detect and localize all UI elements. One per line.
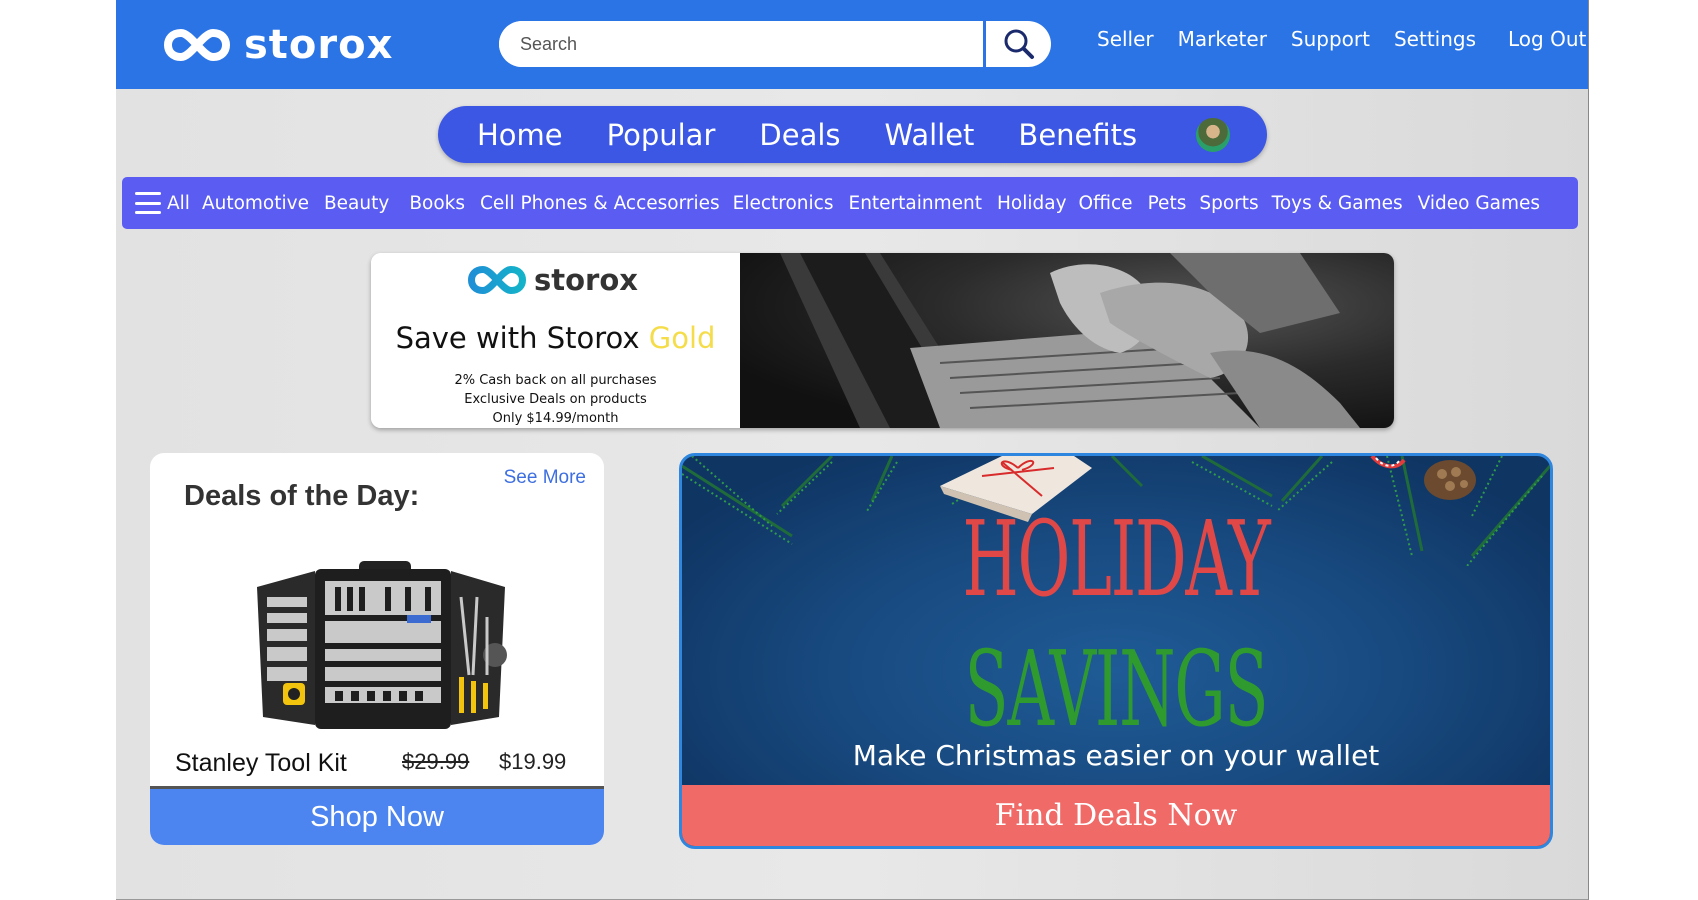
category-all[interactable]: All [167,193,190,214]
category-entertainment[interactable]: Entertainment [849,193,983,214]
deals-of-the-day-card: Deals of the Day: See More Stanley Tool … [150,453,604,845]
search-bar [499,21,1051,67]
browser-viewport: storox Seller Marketer Support Settings … [116,0,1589,900]
category-electronics[interactable]: Electronics [733,193,834,214]
gold-promo-banner[interactable]: storox Save with Storox Gold 2% Cash bac… [371,253,1394,428]
nav-popular[interactable]: Popular [607,118,716,152]
nav-wallet[interactable]: Wallet [885,118,975,152]
category-cell-phones[interactable]: Cell Phones & Accesorries [480,193,720,214]
gold-benefit-line: Exclusive Deals on products [464,392,647,407]
gold-benefit-line: 2% Cash back on all purchases [454,373,657,388]
nav-benefits[interactable]: Benefits [1018,118,1137,152]
category-toys-games[interactable]: Toys & Games [1272,193,1403,214]
log-out-link[interactable]: Log Out [1508,27,1586,57]
see-more-link[interactable]: See More [504,467,586,489]
deals-title: Deals of the Day: [184,480,420,512]
gold-banner-logo: storox [468,263,638,297]
gold-banner-brand: storox [534,263,638,297]
seller-link[interactable]: Seller [1097,27,1154,57]
find-deals-now-button[interactable]: Find Deals Now [682,785,1550,846]
category-holiday[interactable]: Holiday [997,193,1067,214]
search-icon [1004,29,1034,59]
category-pets[interactable]: Pets [1148,193,1187,214]
gold-benefit-line: Only $14.99/month [492,411,619,426]
search-input[interactable] [499,21,983,67]
category-books[interactable]: Books [409,193,465,214]
gold-headline-prefix: Save with Storox [395,321,649,355]
savings-title: SAVINGS [964,628,1269,750]
holiday-subtitle: Make Christmas easier on your wallet [852,739,1380,772]
category-bar: All Automotive Beauty Books Cell Phones … [122,177,1578,229]
nav-deals[interactable]: Deals [759,118,840,152]
gold-promo-text-panel: storox Save with Storox Gold 2% Cash bac… [371,253,740,428]
settings-link[interactable]: Settings [1394,27,1476,57]
main-nav: Home Popular Deals Wallet Benefits [438,106,1267,163]
category-video-games[interactable]: Video Games [1418,193,1540,214]
search-button[interactable] [983,21,1051,67]
marketer-link[interactable]: Marketer [1178,27,1267,57]
top-header: storox Seller Marketer Support Settings … [116,0,1588,89]
hamburger-menu-icon[interactable] [135,192,161,214]
gold-benefits-list: 2% Cash back on all purchases Exclusive … [371,371,740,428]
storox-logo[interactable]: storox [164,20,393,70]
original-price: $29.99 [402,749,470,774]
laptop-typing-photo [740,253,1394,428]
holiday-savings-banner[interactable]: HOLIDAY SAVINGS Make Christmas easier on… [679,453,1553,849]
infinity-logo-icon [468,265,526,295]
gold-headline: Save with Storox Gold [371,321,740,355]
account-links: Seller Marketer Support Settings Log Out [1097,27,1588,57]
nav-home[interactable]: Home [477,118,563,152]
category-automotive[interactable]: Automotive [202,193,309,214]
category-beauty[interactable]: Beauty [324,193,389,214]
brand-name: storox [244,22,394,68]
category-office[interactable]: Office [1079,193,1133,214]
gold-headline-highlight: Gold [648,321,716,355]
sale-price: $19.99 [499,749,567,774]
avatar[interactable] [1194,116,1232,154]
holiday-title: HOLIDAY [962,498,1271,620]
support-link[interactable]: Support [1291,27,1370,57]
infinity-logo-icon [164,28,230,62]
tool-kit-image[interactable] [255,557,511,733]
category-sports[interactable]: Sports [1199,193,1258,214]
product-name[interactable]: Stanley Tool Kit [175,749,347,778]
shop-now-button[interactable]: Shop Now [150,789,604,845]
